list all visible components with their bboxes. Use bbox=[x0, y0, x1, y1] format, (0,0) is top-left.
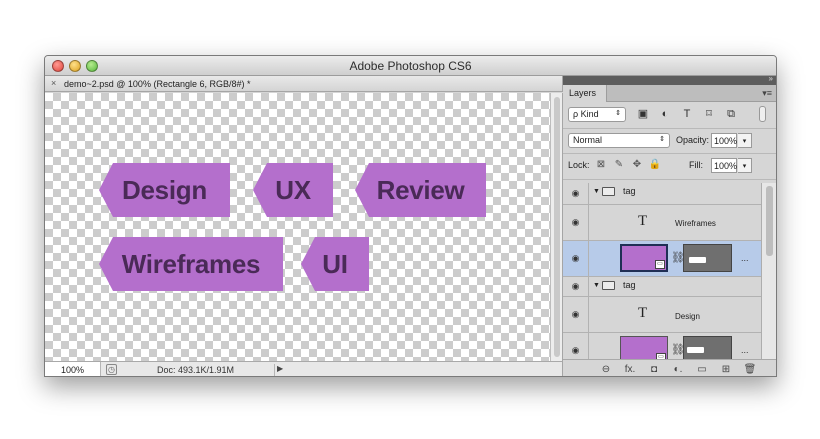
status-bar: 100% ◷ Doc: 493.1K/1.91M ▶ bbox=[45, 361, 563, 376]
group-label: ▼ tag bbox=[593, 186, 635, 196]
fill-dropdown-icon[interactable]: ▾ bbox=[738, 158, 752, 173]
vector-mask-thumbnail[interactable] bbox=[683, 336, 732, 359]
close-icon[interactable]: × bbox=[51, 78, 56, 88]
tag-review[interactable]: Review bbox=[355, 163, 486, 217]
blend-mode-select[interactable]: Normal ⇕ bbox=[568, 133, 670, 148]
layer-row-shape-selected[interactable]: ◉ ▭ ⛓ ... bbox=[563, 241, 761, 277]
layer-thumbnail[interactable]: ▭ bbox=[620, 336, 668, 359]
smart-object-filter-icon[interactable]: ⧉ bbox=[723, 106, 739, 122]
fill-label: Fill: bbox=[689, 160, 703, 170]
opacity-label: Opacity: bbox=[676, 135, 710, 145]
lock-transparent-icon[interactable]: ⊠ bbox=[594, 157, 608, 172]
visibility-eye-icon[interactable]: ◉ bbox=[563, 297, 589, 332]
layer-thumbnail[interactable]: ▭ bbox=[620, 244, 668, 272]
panel-dock-strip: » bbox=[563, 74, 776, 85]
opacity-field[interactable]: 100% bbox=[711, 133, 737, 148]
search-icon: ρ bbox=[573, 109, 579, 119]
layers-vertical-scrollbar[interactable] bbox=[761, 183, 776, 359]
status-menu-arrow-icon[interactable]: ▶ bbox=[274, 364, 285, 376]
layer-style-fx-icon[interactable]: fx. bbox=[622, 364, 638, 375]
opacity-dropdown-icon[interactable]: ▾ bbox=[738, 133, 752, 148]
layer-group-row[interactable]: ◉ ▼ tag bbox=[563, 277, 761, 297]
document-size-info: Doc: 493.1K/1.91M bbox=[157, 365, 235, 375]
layer-row-type[interactable]: ◉ T Design bbox=[563, 297, 761, 333]
layers-list: ◉ ▼ tag ◉ T Wireframes ◉ ▭ ⛓ ... ◉ ▼ tag… bbox=[563, 183, 761, 359]
folder-icon bbox=[601, 280, 615, 290]
add-mask-icon[interactable]: ◘ bbox=[646, 364, 662, 375]
image-filter-icon[interactable]: ▣ bbox=[635, 106, 651, 122]
group-label: ▼ tag bbox=[593, 280, 635, 290]
tab-layers[interactable]: Layers bbox=[563, 85, 607, 102]
filter-kind-select[interactable]: ρ Kind ⇕ bbox=[568, 107, 626, 122]
layer-name-truncated: ... bbox=[741, 253, 749, 263]
link-layers-icon[interactable]: ⊖ bbox=[598, 364, 614, 375]
lock-position-icon[interactable]: ✥ bbox=[630, 157, 644, 172]
visibility-eye-icon[interactable]: ◉ bbox=[563, 241, 589, 276]
shape-filter-icon[interactable]: ⌑ bbox=[701, 106, 717, 122]
layer-row-type[interactable]: ◉ T Wireframes bbox=[563, 205, 761, 241]
fill-field[interactable]: 100% bbox=[711, 158, 737, 173]
layer-group-row[interactable]: ◉ ▼ tag bbox=[563, 183, 761, 205]
smart-object-badge-icon: ▭ bbox=[655, 260, 665, 269]
vector-mask-thumbnail[interactable] bbox=[683, 244, 732, 272]
layer-name: Design bbox=[675, 312, 700, 321]
layers-panel: » Layers ▾≡ ρ Kind ⇕ ▣ ◐ T ⌑ ⧉ Normal ⇕ … bbox=[563, 74, 776, 376]
disclosure-triangle-icon[interactable]: ▼ bbox=[593, 282, 600, 289]
lock-image-icon[interactable]: ✎ bbox=[612, 157, 626, 172]
mask-shape bbox=[689, 257, 706, 263]
folder-icon bbox=[601, 186, 615, 196]
tag-design[interactable]: Design bbox=[99, 163, 230, 217]
trash-icon[interactable]: 🗑 bbox=[742, 364, 758, 375]
adjustment-filter-icon[interactable]: ◐ bbox=[657, 106, 673, 122]
document-canvas[interactable]: Design UX Review Wireframes UI bbox=[45, 93, 550, 361]
panel-tab-row: Layers ▾≡ bbox=[563, 85, 776, 102]
select-arrows-icon: ⇕ bbox=[659, 136, 665, 143]
new-group-folder-icon[interactable]: ▭ bbox=[694, 364, 710, 375]
canvas-vertical-scrollbar[interactable] bbox=[550, 93, 563, 361]
collapse-panels-icon[interactable]: » bbox=[769, 74, 773, 83]
window-title: Adobe Photoshop CS6 bbox=[349, 59, 472, 73]
lock-label: Lock: bbox=[568, 160, 590, 170]
disclosure-triangle-icon[interactable]: ▼ bbox=[593, 188, 600, 195]
visibility-eye-icon[interactable]: ◉ bbox=[563, 205, 589, 240]
layer-row-shape[interactable]: ◉ ▭ ⛓ ... bbox=[563, 333, 761, 359]
layer-filter-row: ρ Kind ⇕ ▣ ◐ T ⌑ ⧉ bbox=[563, 103, 776, 129]
zoom-level-field[interactable]: 100% bbox=[45, 362, 101, 376]
lock-all-icon[interactable]: 🔒 bbox=[648, 157, 662, 172]
group-name: tag bbox=[622, 280, 636, 290]
photoshop-window: Adobe Photoshop CS6 × demo~2.psd @ 100% … bbox=[44, 55, 777, 377]
layers-panel-footer: ⊖ fx. ◘ ◐. ▭ ⊞ 🗑 bbox=[563, 359, 776, 376]
lock-fill-row: Lock: ⊠ ✎ ✥ 🔒 Fill: 100% ▾ bbox=[563, 154, 776, 180]
tag-ux[interactable]: UX bbox=[253, 163, 333, 217]
type-layer-icon: T bbox=[638, 213, 648, 229]
mask-shape bbox=[687, 347, 704, 353]
scroll-thumb[interactable] bbox=[766, 186, 773, 256]
visibility-eye-icon[interactable]: ◉ bbox=[563, 183, 589, 204]
select-arrows-icon: ⇕ bbox=[615, 110, 621, 117]
lock-icons: ⊠ ✎ ✥ 🔒 bbox=[594, 157, 666, 172]
scroll-thumb[interactable] bbox=[554, 97, 560, 357]
panel-menu-icon[interactable]: ▾≡ bbox=[762, 88, 772, 99]
document-tab-label: demo~2.psd @ 100% (Rectangle 6, RGB/8#) … bbox=[64, 79, 251, 89]
visibility-eye-icon[interactable]: ◉ bbox=[563, 333, 589, 359]
layer-name-truncated: ... bbox=[741, 345, 749, 355]
filter-kind-value: Kind bbox=[580, 109, 599, 119]
type-filter-icon[interactable]: T bbox=[679, 106, 695, 122]
adjustment-layer-icon[interactable]: ◐. bbox=[670, 364, 686, 375]
tag-wireframes[interactable]: Wireframes bbox=[99, 237, 283, 291]
group-name: tag bbox=[622, 186, 636, 196]
document-tab[interactable]: × demo~2.psd @ 100% (Rectangle 6, RGB/8#… bbox=[45, 76, 563, 92]
blend-mode-value: Normal bbox=[573, 135, 603, 145]
layer-name: Wireframes bbox=[675, 219, 716, 228]
blend-opacity-row: Normal ⇕ Opacity: 100% ▾ bbox=[563, 129, 776, 154]
filter-toggle-switch[interactable] bbox=[759, 106, 766, 122]
tag-ui[interactable]: UI bbox=[301, 237, 369, 291]
title-bar: Adobe Photoshop CS6 bbox=[45, 56, 776, 76]
filter-icons: ▣ ◐ T ⌑ ⧉ bbox=[635, 106, 745, 122]
new-layer-icon[interactable]: ⊞ bbox=[718, 364, 734, 375]
status-info-icon[interactable]: ◷ bbox=[106, 364, 117, 375]
type-layer-icon: T bbox=[638, 305, 648, 321]
visibility-eye-icon[interactable]: ◉ bbox=[563, 277, 589, 296]
